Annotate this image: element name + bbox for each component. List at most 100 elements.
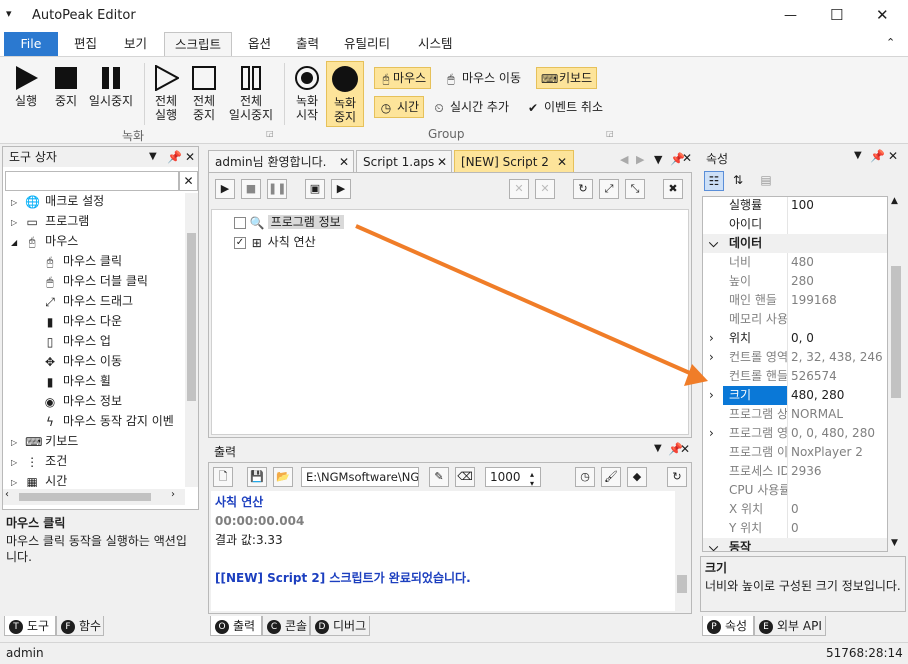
expander-icon[interactable]: ›	[709, 348, 714, 367]
property-row[interactable]: ⌵ 동작	[703, 538, 887, 551]
refresh-icon[interactable]: ↻	[573, 179, 593, 199]
expander-icon[interactable]: ⌵	[709, 234, 718, 253]
property-value[interactable]: 480	[791, 253, 814, 272]
menu-view[interactable]: 보기	[114, 32, 157, 56]
pause-all-button[interactable]: 전체 일시중지	[226, 65, 276, 122]
property-row[interactable]: CPU 사용률	[703, 481, 887, 500]
script-node-arithmetic[interactable]: ✓ ⊞ 사칙 연산	[234, 232, 316, 252]
collapse-ribbon-icon[interactable]: ⌃	[886, 36, 895, 49]
toolbox-item[interactable]: 🖱 마우스 더블 클릭	[43, 271, 148, 291]
toolbox-item[interactable]: ▷ ▦ 시간	[11, 471, 67, 487]
event-cancel-toggle[interactable]: ✔ 이벤트 취소	[526, 97, 603, 119]
property-row[interactable]: X 위치 0	[703, 500, 887, 519]
disabled-close-icon[interactable]: ✕	[535, 179, 555, 199]
time-record-toggle[interactable]: ◷ 시간	[374, 96, 425, 118]
close-icon[interactable]: ✕	[339, 151, 349, 173]
toolbox-item[interactable]: ϟ 마우스 동작 감지 이벤	[43, 411, 174, 431]
toolbox-item[interactable]: ▯ 마우스 업	[43, 331, 111, 351]
close-icon[interactable]: ✕	[437, 151, 447, 173]
play-button[interactable]: ▶	[215, 179, 235, 199]
output-path-input[interactable]: E:\NGMsoftware\NG	[301, 467, 419, 487]
toolbox-hscroll[interactable]: ‹ ›	[3, 489, 185, 505]
system-menu-icon[interactable]: ▾	[6, 7, 12, 20]
menu-options[interactable]: 옵션	[238, 32, 281, 56]
clock-icon[interactable]: ◷	[575, 467, 595, 487]
property-row[interactable]: 아이디	[703, 215, 887, 234]
toolbox-item[interactable]: ◢ 🖰 마우스	[11, 231, 78, 251]
mouse-move-toggle[interactable]: 🖱 마우스 이동	[444, 68, 521, 90]
toolbox-item[interactable]: ▷ 🌐 매크로 설정	[11, 193, 104, 211]
toolbox-item[interactable]: ⤢ 마우스 드래그	[43, 291, 133, 311]
property-value[interactable]: 199168	[791, 291, 837, 310]
expander-icon[interactable]: ▷	[11, 478, 17, 487]
properties-vscroll[interactable]: ▲ ▼	[888, 196, 904, 552]
tab-properties[interactable]: P 속성	[702, 616, 754, 636]
tab-script2[interactable]: [NEW] Script 2 ✕	[454, 150, 574, 172]
close-icon[interactable]: ✕	[888, 149, 898, 163]
keyboard-record-toggle[interactable]: ⌨키보드	[536, 67, 598, 89]
output-vscroll[interactable]	[675, 491, 689, 611]
property-value[interactable]: 526574	[791, 367, 837, 386]
menu-script[interactable]: 스크립트	[164, 32, 233, 57]
property-row[interactable]: ⌵ 데이터	[703, 234, 887, 253]
property-row[interactable]: › 프로그램 영역 0, 0, 480, 280	[703, 424, 887, 443]
property-value[interactable]: 0, 0, 480, 280	[791, 424, 875, 443]
expand-icon[interactable]: ⤢	[599, 179, 619, 199]
toolbox-item[interactable]: ▮ 마우스 휠	[43, 371, 111, 391]
tab-scroll-right-icon[interactable]: ▶	[636, 153, 644, 166]
fill-icon[interactable]: ◆	[627, 467, 647, 487]
property-row[interactable]: 프로그램 이름 NoxPlayer 2	[703, 443, 887, 462]
sort-alpha-icon[interactable]: ⇅	[728, 171, 748, 191]
property-row[interactable]: 메모리 사용	[703, 310, 887, 329]
refresh-icon[interactable]: ↻	[667, 467, 687, 487]
property-pages-icon[interactable]: ▤	[756, 171, 776, 191]
property-value[interactable]: 2936	[791, 462, 822, 481]
record-start-button[interactable]: 녹화 시작	[290, 65, 324, 122]
property-value[interactable]: 0	[791, 519, 799, 538]
group-launcher-icon[interactable]: ◲	[606, 129, 614, 138]
toolbox-item[interactable]: ✥ 마우스 이동	[43, 351, 122, 371]
property-row[interactable]: 높이 280	[703, 272, 887, 291]
tab-welcome[interactable]: admin님 환영합니다. ✕	[208, 150, 354, 172]
tab-console[interactable]: C 콘솔	[262, 616, 310, 636]
close-icon[interactable]: ✕	[682, 151, 692, 165]
clean-icon[interactable]: ✎	[429, 467, 449, 487]
pin-icon[interactable]: 📌	[870, 149, 885, 163]
run-all-button[interactable]: 전체 실행	[148, 64, 184, 122]
property-row[interactable]: 매인 핸들 199168	[703, 291, 887, 310]
clear-search-button[interactable]: ✕	[179, 171, 198, 191]
property-row[interactable]: Y 위치 0	[703, 519, 887, 538]
stop-button[interactable]: ■	[241, 179, 261, 199]
close-icon[interactable]: ✕	[185, 147, 195, 167]
property-value[interactable]: 2, 32, 438, 246	[791, 348, 883, 367]
dropdown-icon[interactable]: ▼	[149, 147, 157, 167]
expander-icon[interactable]: ▷	[11, 438, 17, 447]
add-file-icon[interactable]: 🗋	[213, 467, 233, 487]
disabled-close-icon[interactable]: ✕	[509, 179, 529, 199]
play-next-icon[interactable]: ▶	[331, 179, 351, 199]
property-row[interactable]: › 컨트롤 영역 2, 32, 438, 246	[703, 348, 887, 367]
play-frame-icon[interactable]: ▣	[305, 179, 325, 199]
categorized-icon[interactable]: ☷	[704, 171, 724, 191]
tab-functions[interactable]: F 함수	[56, 616, 104, 636]
property-row[interactable]: 프로그램 상태 NORMAL	[703, 405, 887, 424]
tab-external-api[interactable]: E 외부 API	[754, 616, 826, 636]
open-folder-icon[interactable]: 📂	[273, 467, 293, 487]
group-launcher-icon[interactable]: ◲	[266, 129, 274, 138]
line-limit-stepper[interactable]: 1000 ▴ ▾	[485, 467, 541, 488]
property-row[interactable]: › 크기 480, 280	[703, 386, 887, 405]
toolbox-item[interactable]: ▷ ⋮ 조건	[11, 451, 67, 471]
pause-button[interactable]: ❚❚	[267, 179, 287, 199]
expander-icon[interactable]: ▷	[11, 218, 17, 227]
menu-file[interactable]: File	[4, 32, 58, 56]
property-value[interactable]: 480, 280	[791, 386, 844, 405]
property-value[interactable]: 0, 0	[791, 329, 814, 348]
property-row[interactable]: 너비 480	[703, 253, 887, 272]
delete-icon[interactable]: ✖	[663, 179, 683, 199]
pin-icon[interactable]: 📌	[167, 147, 182, 167]
close-icon[interactable]: ✕	[557, 151, 567, 173]
realtime-add-toggle[interactable]: ⏲ 실시간 추가	[432, 97, 509, 119]
toolbox-item[interactable]: ▮ 마우스 다운	[43, 311, 122, 331]
property-row[interactable]: 프로세스 ID 2936	[703, 462, 887, 481]
maximize-button[interactable]: ☐	[830, 6, 843, 24]
